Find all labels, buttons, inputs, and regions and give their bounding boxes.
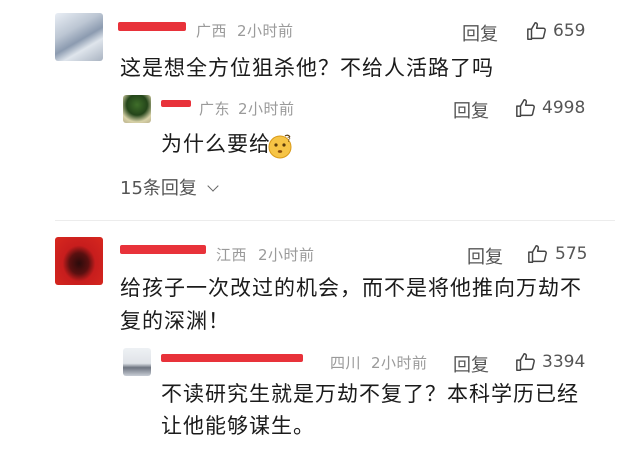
more-replies-label: 15条回复	[120, 178, 197, 199]
comment-text-line: 给孩子一次改过的机会，而不是将他推向万劫不	[120, 276, 582, 300]
chevron-down-icon	[206, 180, 219, 192]
username-redacted[interactable]	[120, 245, 206, 254]
reply-button[interactable]: 回复	[453, 351, 489, 377]
username-redacted[interactable]	[118, 22, 186, 31]
like-count: 575	[555, 244, 588, 264]
reply-region: 四川	[330, 354, 362, 372]
comment-text-line: 复的深渊！	[120, 309, 230, 333]
thumbs-up-icon[interactable]	[526, 20, 548, 42]
username-redacted[interactable]	[161, 100, 191, 107]
avatar[interactable]	[55, 237, 103, 285]
comment-time: 2小时前	[258, 246, 315, 264]
comment-time: 2小时前	[237, 22, 294, 40]
avatar[interactable]	[55, 13, 103, 61]
reply-button[interactable]: 回复	[453, 97, 489, 123]
svg-text:?: ?	[287, 136, 291, 144]
emoji-face-icon: ?	[268, 134, 292, 159]
thumbs-up-icon[interactable]	[515, 97, 537, 119]
reply-text: 为什么要给	[161, 128, 271, 161]
comment-region: 广西	[196, 22, 228, 40]
reply-button[interactable]: 回复	[467, 243, 503, 269]
reply-text-content: 为什么要给	[161, 132, 271, 156]
reply-button[interactable]: 回复	[462, 20, 498, 46]
like-count: 3394	[542, 352, 586, 372]
reply-text-line: 让他能够谋生。	[161, 414, 315, 438]
reply-region: 广东	[199, 100, 231, 118]
thumbs-up-icon[interactable]	[527, 243, 549, 265]
like-count: 659	[553, 21, 586, 41]
divider	[55, 220, 615, 221]
more-replies-link[interactable]: 15条回复	[120, 174, 219, 200]
username-redacted[interactable]	[161, 354, 303, 362]
like-count: 4998	[542, 98, 586, 118]
reply-time: 2小时前	[238, 100, 295, 118]
avatar[interactable]	[123, 95, 151, 123]
reply-text-line: 不读研究生就是万劫不复了？本科学历已经	[161, 382, 579, 406]
comment-region: 江西	[216, 246, 248, 264]
comment-text: 这是想全方位狙杀他？不给人活路了吗	[120, 56, 494, 80]
avatar[interactable]	[123, 348, 151, 376]
reply-time: 2小时前	[371, 354, 428, 372]
thumbs-up-icon[interactable]	[515, 351, 537, 373]
